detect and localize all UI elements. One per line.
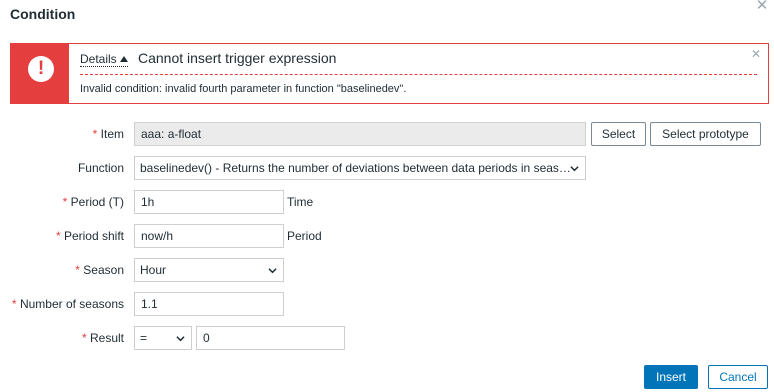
item-label-text: Item [100, 127, 124, 141]
alert-details-label: Details [80, 52, 117, 66]
period-label: * Period (T) [63, 195, 124, 209]
chevron-down-icon [268, 268, 277, 274]
dialog-title: Condition [10, 6, 76, 22]
required-mark: * [75, 263, 80, 277]
season-select[interactable]: Hour [134, 258, 284, 282]
number-of-seasons-label-text: Number of seasons [19, 297, 124, 311]
result-value-input[interactable]: 0 [196, 326, 345, 350]
function-select-value: baselinedev() - Returns the number of de… [140, 161, 571, 175]
required-mark: * [11, 297, 17, 311]
result-operator-select[interactable]: = [134, 326, 192, 350]
season-label-text: Season [83, 263, 124, 277]
caret-up-icon [119, 56, 128, 62]
number-of-seasons-label: * Number of seasons [12, 297, 124, 311]
period-label-text: Period (T) [70, 195, 124, 209]
period-shift-suffix: Period [287, 229, 322, 243]
required-mark: * [81, 331, 87, 345]
season-select-value: Hour [140, 263, 167, 277]
number-of-seasons-input[interactable]: 1.1 [134, 292, 284, 316]
chevron-down-icon [570, 166, 579, 172]
select-prototype-button[interactable]: Select prototype [650, 122, 761, 146]
required-mark: * [55, 229, 61, 243]
exclamation-icon: ! [28, 56, 54, 82]
dialog-close-icon[interactable]: ✕ [754, 0, 770, 14]
required-mark: * [92, 127, 98, 141]
function-label: Function [77, 161, 124, 175]
period-suffix: Time [287, 195, 314, 209]
alert-title: Cannot insert trigger expression [138, 50, 337, 66]
alert-details-toggle[interactable]: Details [80, 52, 128, 67]
select-button[interactable]: Select [591, 122, 646, 146]
season-label: * Season [75, 263, 124, 277]
error-alert: ! Details Cannot insert trigger expressi… [10, 43, 769, 104]
period-shift-input[interactable]: now/h [134, 224, 284, 248]
period-shift-label-text: Period shift [63, 229, 124, 243]
result-label-text: Result [89, 331, 124, 345]
cancel-button[interactable]: Cancel [708, 365, 768, 389]
alert-message: Invalid condition: invalid fourth parame… [80, 83, 407, 95]
alert-close-icon[interactable]: ✕ [751, 47, 761, 61]
period-input[interactable]: 1h [134, 190, 284, 214]
item-input[interactable]: aaa: a-float [134, 122, 586, 146]
insert-button[interactable]: Insert [644, 365, 698, 389]
result-operator-value: = [140, 331, 148, 345]
item-label: * Item [93, 127, 124, 141]
alert-divider [80, 74, 757, 75]
period-shift-label: * Period shift [56, 229, 124, 243]
chevron-down-icon [176, 336, 185, 342]
alert-icon-box: ! [11, 44, 69, 103]
result-label: * Result [82, 331, 124, 345]
function-select[interactable]: baselinedev() - Returns the number of de… [134, 156, 586, 180]
required-mark: * [62, 195, 68, 209]
